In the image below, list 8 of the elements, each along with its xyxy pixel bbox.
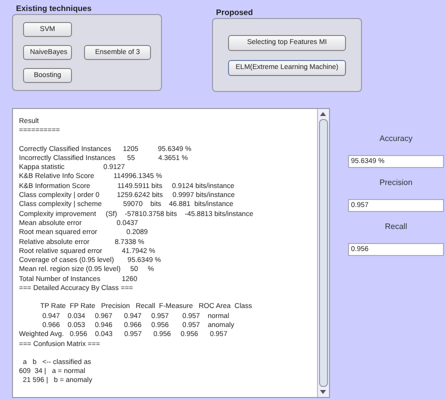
group-title: Proposed — [216, 8, 254, 18]
metric-label: Recall — [384, 222, 408, 233]
group-title: Existing techniques — [16, 4, 93, 14]
scroll-thumb[interactable] — [319, 119, 328, 387]
metric-label: Precision — [378, 178, 414, 189]
result-text-area[interactable] — [12, 108, 330, 398]
metric-label: Accuracy — [378, 134, 414, 145]
scrollbar[interactable] — [317, 109, 329, 397]
